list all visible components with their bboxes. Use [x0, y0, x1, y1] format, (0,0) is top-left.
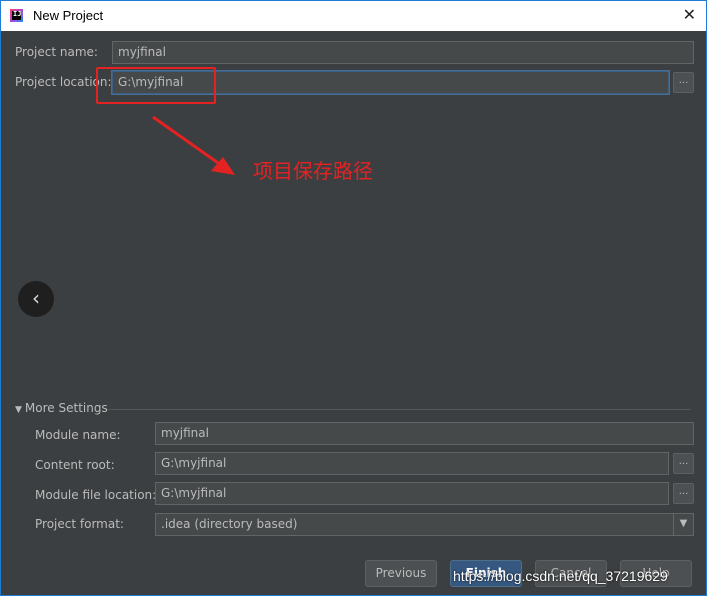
back-chevron-icon[interactable]: ‹: [18, 281, 54, 317]
module-file-location-input[interactable]: G:\myjfinal: [155, 482, 669, 505]
project-format-select[interactable]: .idea (directory based): [155, 513, 674, 536]
close-icon[interactable]: ✕: [683, 5, 696, 24]
project-name-input[interactable]: myjfinal: [112, 41, 694, 64]
module-name-input[interactable]: myjfinal: [155, 422, 694, 445]
intellij-app-icon: IJ: [10, 9, 23, 22]
previous-button[interactable]: Previous: [365, 560, 437, 587]
project-location-browse-button[interactable]: ...: [673, 72, 694, 93]
annotation-highlight-box: [96, 67, 216, 104]
module-name-label: Module name:: [35, 428, 121, 442]
title-bar: IJ New Project ✕: [1, 1, 706, 31]
annotation-text: 项目保存路径: [253, 159, 373, 183]
watermark-text: https://blog.csdn.net/qq_37219629: [453, 568, 668, 584]
content-root-input[interactable]: G:\myjfinal: [155, 452, 669, 475]
content-root-browse-button[interactable]: ...: [673, 453, 694, 474]
content-root-label: Content root:: [35, 458, 115, 472]
more-settings-label: More Settings: [24, 401, 108, 415]
project-format-label: Project format:: [35, 517, 124, 531]
module-file-location-label: Module file location:: [35, 488, 157, 502]
dropdown-arrow-icon[interactable]: ▼: [673, 513, 694, 536]
triangle-down-icon: ▼: [15, 405, 22, 415]
project-name-label: Project name:: [15, 45, 98, 59]
more-settings-separator: [107, 409, 691, 410]
new-project-dialog: IJ New Project ✕ Project name: myjfinal …: [0, 0, 707, 596]
module-file-location-browse-button[interactable]: ...: [673, 483, 694, 504]
window-title: New Project: [33, 8, 104, 23]
more-settings-toggle[interactable]: ▼ More Settings: [15, 401, 108, 415]
annotation-arrow: [152, 115, 235, 175]
